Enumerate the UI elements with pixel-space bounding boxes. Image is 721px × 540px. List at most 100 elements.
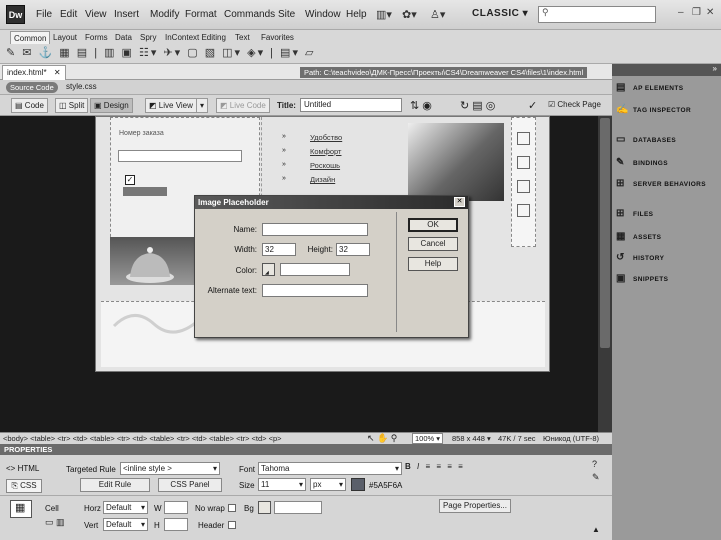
- help-button[interactable]: Help: [408, 257, 458, 271]
- menu-view[interactable]: View: [85, 9, 107, 20]
- ok-button[interactable]: OK: [408, 218, 458, 232]
- panel-bindings[interactable]: ✎ BINDINGS: [616, 153, 721, 173]
- help-icon[interactable]: ?: [592, 459, 597, 469]
- menu-site[interactable]: Site: [278, 9, 295, 20]
- bg-color-picker[interactable]: [258, 501, 271, 514]
- height-input[interactable]: 32: [336, 243, 370, 256]
- tab-text[interactable]: Text: [232, 31, 253, 44]
- collapse-icon[interactable]: ▲: [592, 525, 600, 534]
- tab-data[interactable]: Data: [112, 31, 135, 44]
- panel-tag-inspector[interactable]: ✍ TAG INSPECTOR: [616, 100, 721, 120]
- link-komfort[interactable]: Комфорт: [310, 147, 341, 156]
- header-checkbox[interactable]: [228, 521, 236, 529]
- tab-spry[interactable]: Spry: [137, 31, 159, 44]
- menu-file[interactable]: File: [36, 9, 52, 20]
- link-dizain[interactable]: Дизайн: [310, 175, 335, 184]
- search-input[interactable]: ⚲: [538, 6, 656, 23]
- width-field[interactable]: [164, 501, 188, 514]
- tab-incontext-editing[interactable]: InContext Editing: [162, 31, 229, 44]
- page-title-input[interactable]: Untitled: [300, 98, 402, 112]
- panel-assets[interactable]: ▦ ASSETS: [616, 227, 721, 247]
- link-udobstvo[interactable]: Удобство: [310, 133, 342, 142]
- check-page-button[interactable]: ☑ Check Page: [548, 100, 601, 109]
- name-input[interactable]: [262, 223, 368, 236]
- menu-insert[interactable]: Insert: [114, 9, 139, 20]
- merge-split-icon[interactable]: ▭ ▥: [45, 517, 65, 528]
- quick-tag-icon[interactable]: ✎: [592, 472, 600, 483]
- live-code-button[interactable]: ◩ Live Code: [216, 98, 270, 113]
- css-mode-button[interactable]: ⎘ CSS: [6, 479, 42, 493]
- minimize-icon[interactable]: –: [678, 7, 684, 18]
- width-input[interactable]: 32: [262, 243, 296, 256]
- extend-icon[interactable]: ✿▾: [402, 8, 417, 21]
- validate-icon[interactable]: ✓: [528, 99, 537, 112]
- alt-text-input[interactable]: [262, 284, 368, 297]
- tab-common[interactable]: Common: [10, 31, 51, 44]
- file-management-icon[interactable]: ⇅ ◉: [410, 99, 432, 112]
- color-input[interactable]: [280, 263, 350, 276]
- tab-favorites[interactable]: Favorites: [258, 31, 297, 44]
- menu-window[interactable]: Window: [305, 9, 341, 20]
- live-view-button[interactable]: ◩ Live View: [145, 98, 197, 113]
- color-picker[interactable]: ◢: [262, 263, 275, 276]
- size-select[interactable]: 11 ▾: [258, 478, 306, 491]
- panel-history[interactable]: ↺ HISTORY: [616, 248, 721, 268]
- panel-databases[interactable]: ▭ DATABASES: [616, 130, 721, 150]
- workspace-switcher[interactable]: CLASSIC ▾: [472, 8, 528, 19]
- menu-format[interactable]: Format: [185, 9, 217, 20]
- insert-toolbar-icons[interactable]: ✎ ✉ ⚓ ▦ ▤ | ▥ ▣ ☷▾ ✈▾ ▢ ▧ ◫▾ ◈▾ | ▤▾ ▱: [6, 46, 316, 62]
- preview-icon[interactable]: ↻ ▤ ◎: [460, 99, 495, 112]
- html-mode-button[interactable]: <> HTML: [6, 464, 39, 473]
- design-view-button[interactable]: ▣ Design: [90, 98, 133, 113]
- link-roskosh[interactable]: Роскошь: [310, 161, 340, 170]
- horz-select[interactable]: Default ▾: [103, 501, 148, 514]
- close-icon[interactable]: ✕: [706, 7, 714, 18]
- related-file-style-css[interactable]: style.css: [66, 82, 97, 91]
- scrollbar-thumb[interactable]: [600, 118, 610, 348]
- menu-help[interactable]: Help: [346, 9, 367, 20]
- targeted-rule-select[interactable]: <inline style > ▾: [120, 462, 220, 475]
- order-number-field[interactable]: [118, 150, 242, 162]
- tab-layout[interactable]: Layout: [50, 31, 80, 44]
- text-color-swatch[interactable]: [351, 478, 365, 491]
- layout-icon[interactable]: ▥▾: [376, 8, 392, 21]
- menu-commands[interactable]: Commands: [224, 9, 275, 20]
- page-properties-button[interactable]: Page Properties...: [439, 499, 511, 513]
- panel-dock-header[interactable]: »: [612, 64, 721, 76]
- panel-files[interactable]: ⊞ FILES: [616, 204, 721, 224]
- site-icon[interactable]: ♙▾: [430, 8, 445, 21]
- order-checkbox[interactable]: ✓: [125, 175, 135, 185]
- close-tab-icon[interactable]: ✕: [54, 68, 61, 77]
- tag-selector[interactable]: <body> <table> <tr> <td> <table> <tr> <t…: [3, 433, 282, 444]
- size-unit-select[interactable]: px ▾: [310, 478, 346, 491]
- window-size[interactable]: 858 x 448 ▾: [452, 433, 491, 444]
- font-select[interactable]: Tahoma ▾: [258, 462, 402, 475]
- select-tools-icon[interactable]: ↖ ✋ ⚲: [367, 433, 397, 444]
- height-field[interactable]: [164, 518, 188, 531]
- live-view-dropdown[interactable]: ▾: [196, 98, 209, 113]
- tab-forms[interactable]: Forms: [82, 31, 111, 44]
- submit-button[interactable]: [123, 187, 167, 196]
- panel-ap-elements[interactable]: ▤ AP ELEMENTS: [616, 78, 721, 98]
- expand-panels-icon[interactable]: »: [713, 64, 717, 73]
- source-code-button[interactable]: Source Code: [6, 82, 58, 93]
- split-view-button[interactable]: ◫ Split: [55, 98, 89, 113]
- properties-header[interactable]: PROPERTIES: [0, 444, 612, 455]
- menu-edit[interactable]: Edit: [60, 9, 77, 20]
- text-color-value[interactable]: #5A5F6A: [369, 481, 402, 490]
- document-tab[interactable]: index.html* ✕: [2, 65, 66, 80]
- menu-modify[interactable]: Modify: [150, 9, 179, 20]
- format-buttons[interactable]: B I ≡ ≡ ≡ ≡: [405, 462, 465, 471]
- zoom-select[interactable]: 100% ▾: [412, 433, 444, 444]
- restore-icon[interactable]: ❐: [692, 7, 701, 18]
- panel-server-behaviors[interactable]: ⊞ SERVER BEHAVIORS: [616, 174, 721, 194]
- bg-color-input[interactable]: [274, 501, 322, 514]
- cancel-button[interactable]: Cancel: [408, 237, 458, 251]
- edit-rule-button[interactable]: Edit Rule: [80, 478, 150, 492]
- css-panel-button[interactable]: CSS Panel: [158, 478, 222, 492]
- code-view-button[interactable]: ▤ Code: [11, 98, 48, 113]
- nowrap-checkbox[interactable]: [228, 504, 236, 512]
- vert-select[interactable]: Default ▾: [103, 518, 148, 531]
- dialog-close-icon[interactable]: ✕: [454, 197, 465, 207]
- panel-snippets[interactable]: ▣ SNIPPETS: [616, 269, 721, 289]
